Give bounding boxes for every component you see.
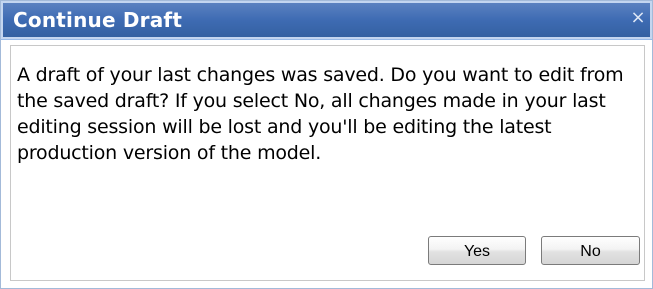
dialog-message: A draft of your last changes was saved. …	[17, 64, 624, 164]
no-button[interactable]: No	[541, 236, 640, 265]
dialog-titlebar[interactable]: Continue Draft ×	[1, 1, 652, 40]
dialog-title: Continue Draft	[13, 8, 183, 32]
yes-button[interactable]: Yes	[428, 236, 526, 265]
close-icon[interactable]: ×	[628, 8, 648, 28]
